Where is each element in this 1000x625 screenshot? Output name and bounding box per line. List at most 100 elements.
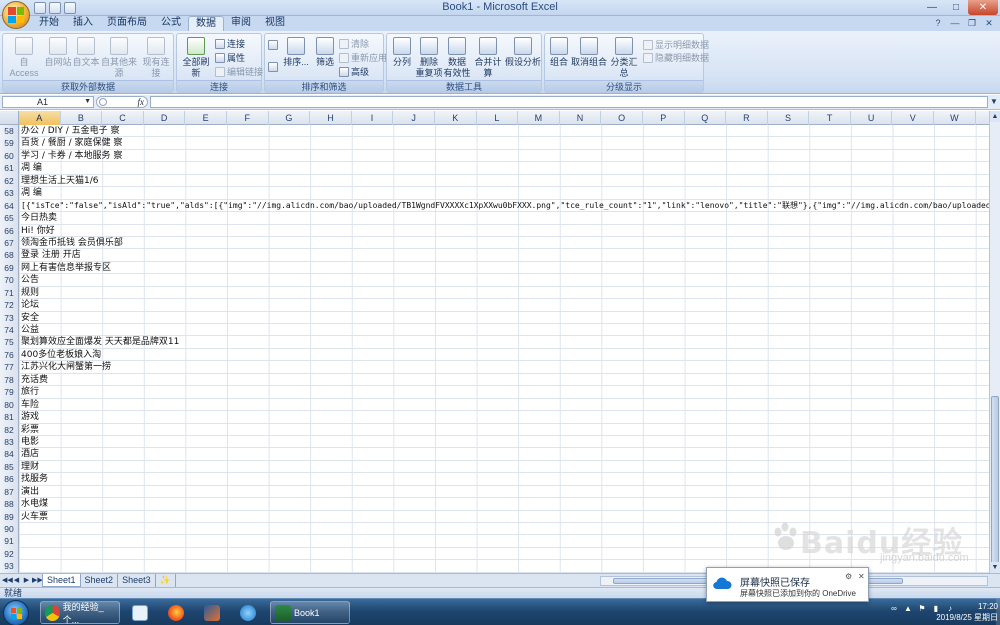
cell-a[interactable]: 今日热卖	[21, 212, 57, 224]
row-header[interactable]: 69	[0, 261, 19, 275]
cell-a[interactable]: 规则	[21, 287, 39, 299]
row-header[interactable]: 91	[0, 535, 19, 548]
row-header[interactable]: 78	[0, 373, 19, 387]
row-header[interactable]: 59	[0, 137, 19, 150]
group-button[interactable]: 组合	[547, 37, 571, 68]
column-header[interactable]: M	[518, 111, 560, 125]
maximize-icon[interactable]: □	[944, 0, 968, 15]
insert-function-button[interactable]: fx	[138, 97, 145, 107]
column-header[interactable]: N	[560, 111, 602, 125]
help-icon[interactable]: ?	[931, 17, 945, 29]
hide-detail-button[interactable]: 隐藏明细数据	[643, 51, 709, 64]
what-if-button[interactable]: 假设分析	[505, 37, 541, 68]
cell-a[interactable]: 凋 编	[21, 187, 42, 199]
row-header[interactable]: 65	[0, 212, 19, 225]
row-header[interactable]: 74	[0, 324, 19, 337]
row-header[interactable]: 62	[0, 174, 19, 188]
cell-a[interactable]: 找服务	[21, 473, 48, 485]
notification-close-icon[interactable]: ✕	[858, 572, 865, 581]
taskbar-pinned-1[interactable]	[128, 601, 152, 624]
row-header[interactable]: 66	[0, 224, 19, 237]
cell-a[interactable]: 登录 注册 开店	[21, 249, 81, 261]
cell-a[interactable]: 江苏兴化大闸蟹第一捞	[21, 361, 111, 373]
advanced-filter-button[interactable]: 高级	[339, 65, 369, 78]
column-header[interactable]: U	[851, 111, 893, 125]
taskbar-browser-item[interactable]: 我的经验_个...	[40, 601, 120, 625]
from-text-button[interactable]: 自文本	[71, 37, 101, 68]
row-header[interactable]: 63	[0, 187, 19, 200]
column-header[interactable]: A	[19, 111, 61, 125]
start-button[interactable]	[3, 600, 29, 625]
cell-a[interactable]: 领淘金币抵钱 会员俱乐部	[21, 237, 123, 249]
cell-a[interactable]: 公益	[21, 324, 39, 336]
column-header[interactable]: O	[601, 111, 643, 125]
row-header[interactable]: 80	[0, 398, 19, 412]
sheet-tab-1[interactable]: Sheet1	[42, 574, 81, 587]
cell-a[interactable]: 彩票	[21, 424, 39, 436]
network-icon[interactable]: ▲	[903, 604, 913, 614]
cell-a[interactable]: 公告	[21, 274, 39, 286]
column-header[interactable]: J	[393, 111, 435, 125]
row-header[interactable]: 72	[0, 299, 19, 312]
sort-button[interactable]: 排序...	[281, 37, 311, 68]
cell-a[interactable]: 充话费	[21, 374, 48, 386]
row-header[interactable]: 81	[0, 411, 19, 424]
ribbon-restore-icon[interactable]: ❐	[965, 17, 979, 29]
row-header[interactable]: 75	[0, 336, 19, 349]
row-header[interactable]: 77	[0, 361, 19, 374]
expand-formula-bar-icon[interactable]: ▼	[989, 96, 999, 108]
column-header[interactable]: E	[185, 111, 227, 125]
row-header[interactable]: 82	[0, 423, 19, 436]
sheet-tab-3[interactable]: Sheet3	[118, 574, 156, 587]
subtotal-button[interactable]: 分类汇总	[607, 37, 641, 79]
row-header[interactable]: 89	[0, 510, 19, 523]
cell-a[interactable]: 电影	[21, 436, 39, 448]
vertical-scroll-thumb[interactable]	[991, 396, 999, 566]
sort-descending-button[interactable]	[268, 62, 278, 72]
column-header[interactable]: G	[269, 111, 311, 125]
select-all-corner[interactable]	[0, 111, 19, 125]
cell-a[interactable]: 办公 / DIY / 五金电子 察	[21, 125, 119, 137]
cell-a[interactable]: 火车票	[21, 511, 48, 523]
column-header[interactable]: H	[310, 111, 352, 125]
column-header[interactable]: S	[768, 111, 810, 125]
row-header[interactable]: 84	[0, 448, 19, 461]
column-header[interactable]: Q	[685, 111, 727, 125]
existing-connections-button[interactable]: 现有连接	[139, 37, 173, 79]
cell-a[interactable]: 聚划算效应全面爆发 天天都是品牌双11	[21, 336, 179, 348]
column-header[interactable]: P	[643, 111, 685, 125]
row-header[interactable]: 87	[0, 485, 19, 499]
tab-4[interactable]: 数据	[188, 16, 224, 31]
column-header[interactable]: T	[809, 111, 851, 125]
name-box[interactable]: A1 ▼	[2, 96, 94, 108]
cell-a[interactable]: 酒店	[21, 448, 39, 460]
taskbar-clock[interactable]: 17:20 2019/8/25 星期日	[928, 601, 998, 623]
onedrive-notification[interactable]: 屏幕快照已保存 屏幕快照已添加到你的 OneDrive ⚙ ✕	[706, 567, 869, 602]
column-header[interactable]: R	[726, 111, 768, 125]
cell-a[interactable]: 网上有害信息举报专区	[21, 262, 111, 274]
row-header[interactable]: 68	[0, 249, 19, 262]
column-header[interactable]: C	[102, 111, 144, 125]
next-sheet-icon[interactable]: ▶	[22, 575, 31, 586]
reapply-button[interactable]: 重新应用	[339, 51, 387, 64]
row-header[interactable]: 67	[0, 236, 19, 250]
clear-filter-button[interactable]: 清除	[339, 37, 369, 50]
cell-a[interactable]: [{"isTce":"false","isAld":"true","alds":…	[21, 200, 1000, 212]
cell-a[interactable]: 旅行	[21, 386, 39, 398]
show-desktop-button[interactable]	[996, 599, 1000, 625]
flag-icon[interactable]: ⚑	[917, 604, 927, 614]
row-header[interactable]: 61	[0, 162, 19, 175]
vertical-scrollbar[interactable]: ▲ ▼	[989, 111, 1000, 573]
ribbon-minimize-icon[interactable]: —	[948, 17, 962, 29]
row-header[interactable]: 90	[0, 523, 19, 536]
office-button[interactable]	[2, 1, 30, 29]
row-header[interactable]: 85	[0, 460, 19, 474]
filter-button[interactable]: 筛选	[313, 37, 337, 68]
connections-button[interactable]: 连接	[215, 37, 245, 50]
taskbar-excel-item[interactable]: Book1	[270, 601, 350, 624]
remove-duplicates-button[interactable]: 删除 重复项	[415, 37, 443, 79]
taskbar-pinned-ie[interactable]	[236, 601, 260, 624]
row-header[interactable]: 93	[0, 560, 19, 573]
tab-2[interactable]: 页面布局	[100, 16, 154, 31]
close-icon[interactable]: ✕	[968, 0, 998, 15]
